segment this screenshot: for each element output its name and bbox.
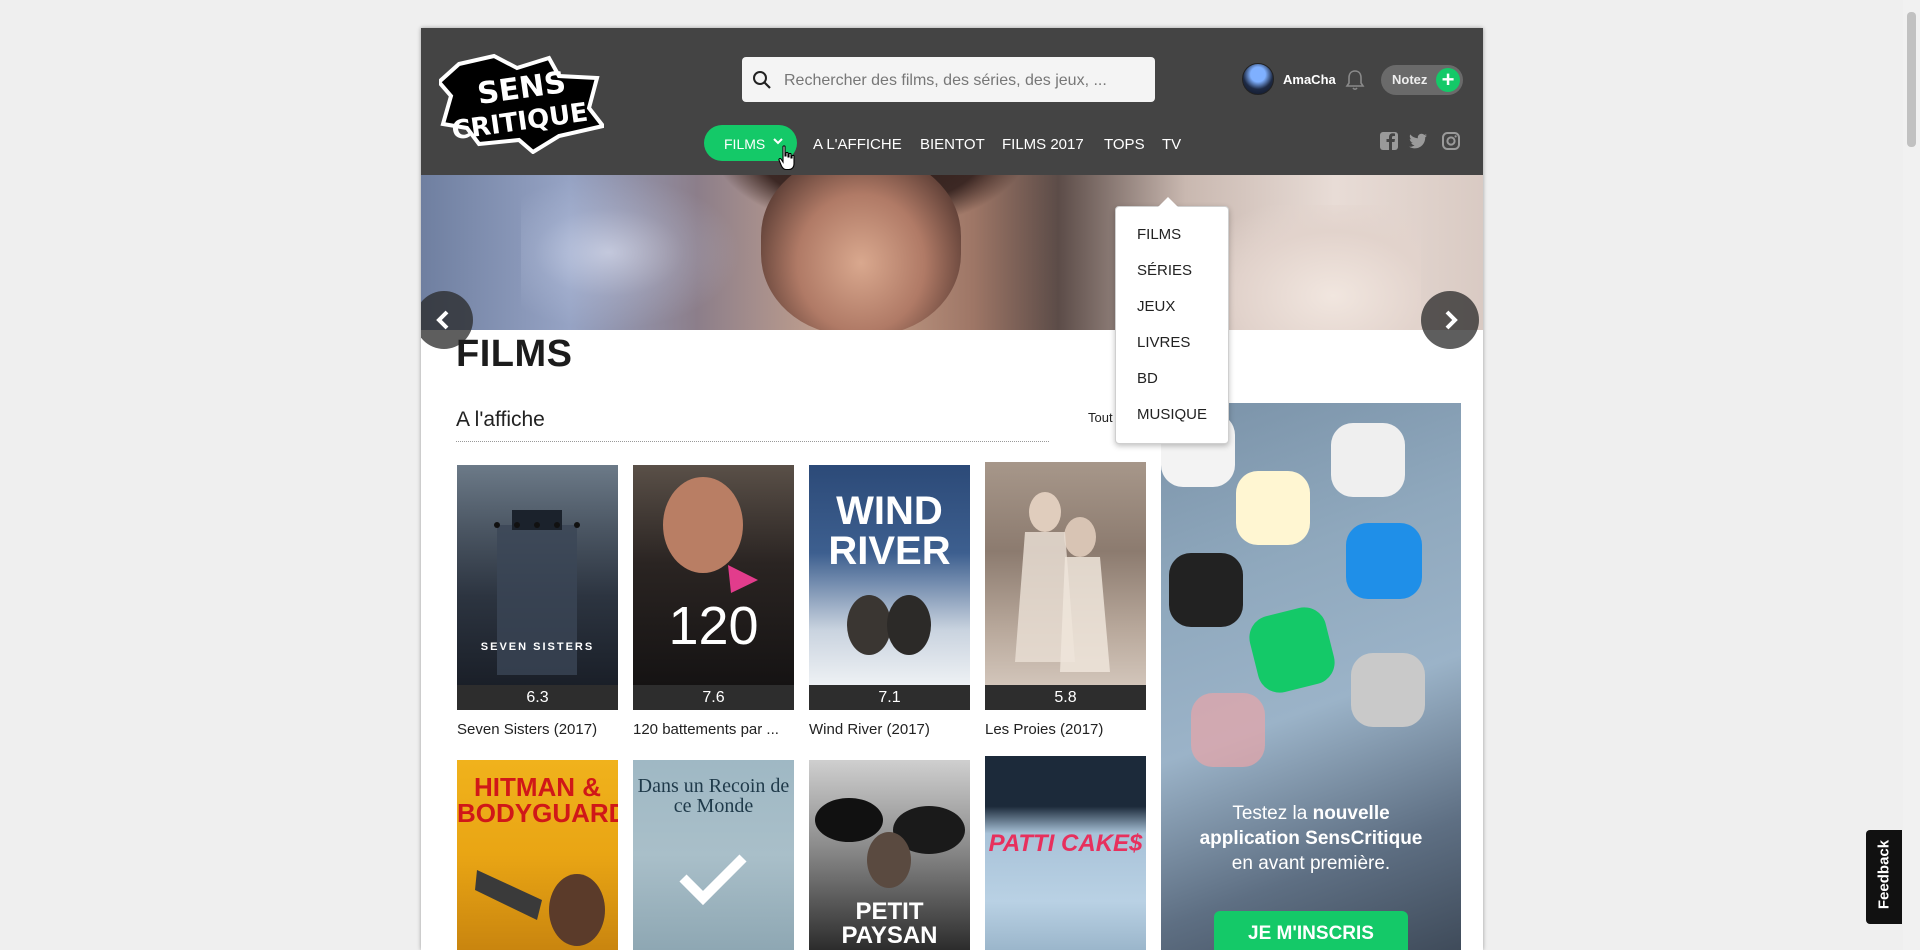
films-dropdown-menu: FILMS SÉRIES JEUX LIVRES BD MUSIQUE [1115, 197, 1229, 444]
movie-card[interactable]: PATTI CAKE$ [985, 756, 1146, 950]
avatar[interactable] [1242, 63, 1274, 95]
movie-card[interactable]: 120 7.6 120 battements par ... [633, 465, 794, 742]
movie-poster[interactable]: 120 [633, 465, 794, 685]
poster-title: PETIT PAYSAN [841, 898, 938, 949]
movie-poster[interactable]: PETIT PAYSAN [809, 760, 970, 950]
feedback-label: Feedback [1875, 839, 1893, 910]
search-icon [753, 71, 771, 89]
plus-icon: + [1436, 68, 1460, 92]
movie-poster[interactable]: PATTI CAKE$ [985, 756, 1146, 950]
movie-score: 5.8 [985, 685, 1146, 710]
bell-icon[interactable] [1345, 69, 1365, 91]
movie-poster[interactable]: SEVEN SISTERS [457, 465, 618, 685]
chevron-right-icon [1445, 310, 1458, 330]
movie-card[interactable]: WIND RIVER 7.1 Wind River (2017) [809, 465, 970, 742]
poster-art [1015, 492, 1110, 672]
movie-title[interactable]: Wind River (2017) [809, 721, 930, 738]
facebook-icon[interactable] [1379, 131, 1399, 151]
movie-title[interactable]: Seven Sisters (2017) [457, 721, 597, 738]
poster-title: HITMAN & BODYGUARD [457, 772, 618, 828]
feedback-tab[interactable]: Feedback [1866, 830, 1902, 924]
poster-title: PATTI CAKE$ [988, 830, 1143, 857]
notez-label: Notez [1392, 72, 1428, 87]
movie-score: 7.6 [633, 685, 794, 710]
search-bar[interactable] [742, 57, 1155, 104]
instagram-icon[interactable] [1441, 131, 1461, 151]
nav-item-films-2017[interactable]: FILMS 2017 [1002, 136, 1084, 153]
user-menu[interactable]: AmaCha [1242, 63, 1336, 95]
notez-button[interactable]: Notez + [1381, 65, 1463, 95]
movie-title[interactable]: Les Proies (2017) [985, 721, 1103, 738]
app-promo-ad[interactable]: Testez la nouvelle application SensCriti… [1161, 403, 1461, 950]
senscritique-logo[interactable]: SENS CRITIQUE [439, 52, 604, 154]
nav-item-bientot[interactable]: BIENTOT [920, 136, 985, 153]
movie-poster[interactable]: Dans un Recoin de ce Monde [633, 760, 794, 950]
section-title: A l'affiche [456, 408, 545, 431]
movie-card[interactable]: SEVEN SISTERS 6.3 Seven Sisters (2017) [457, 465, 618, 742]
dropdown-item-musique[interactable]: MUSIQUE [1137, 406, 1207, 423]
dropdown-item-bd[interactable]: BD [1137, 370, 1158, 387]
movie-poster[interactable] [985, 462, 1146, 685]
check-icon [679, 854, 747, 906]
ad-text: Testez la nouvelle application SensCriti… [1199, 803, 1423, 874]
search-input[interactable] [782, 57, 1146, 104]
hand-cursor-icon [778, 145, 795, 171]
nav-films-label: FILMS [724, 136, 766, 152]
movie-card[interactable]: PETIT PAYSAN [809, 760, 970, 950]
banner-next-button[interactable] [1421, 291, 1479, 349]
hero-banner [421, 175, 1483, 330]
movie-card[interactable]: Dans un Recoin de ce Monde [633, 760, 794, 950]
movie-card[interactable]: 5.8 Les Proies (2017) [985, 462, 1146, 742]
username[interactable]: AmaCha [1283, 72, 1336, 87]
poster-title: WIND RIVER [828, 489, 951, 573]
movie-score: 7.1 [809, 685, 970, 710]
dropdown-item-jeux[interactable]: JEUX [1137, 298, 1175, 315]
senscritique-app-icon [1244, 602, 1340, 698]
dropdown-item-films[interactable]: FILMS [1137, 226, 1181, 243]
page-frame: SENS CRITIQUE AmaCha Notez + FILMS [421, 28, 1483, 950]
nav-item-a-laffiche[interactable]: A L'AFFICHE [813, 136, 902, 153]
section-divider [456, 441, 1049, 442]
movie-poster[interactable]: HITMAN & BODYGUARD [457, 760, 618, 950]
poster-title: Dans un Recoin de ce Monde [637, 775, 790, 817]
chevron-left-icon [436, 310, 449, 330]
dropdown-item-series[interactable]: SÉRIES [1137, 262, 1192, 279]
page-title: FILMS [456, 333, 573, 375]
movie-title[interactable]: 120 battements par ... [633, 721, 779, 738]
signup-button[interactable]: JE M'INSCRIS [1214, 911, 1408, 950]
movie-score: 6.3 [457, 685, 618, 710]
scrollbar[interactable] [1903, 0, 1920, 950]
nav-item-tops[interactable]: TOPS [1104, 136, 1145, 153]
movie-poster[interactable]: WIND RIVER [809, 465, 970, 685]
nav-item-tv[interactable]: TV [1162, 136, 1181, 153]
site-header: SENS CRITIQUE AmaCha Notez + FILMS [421, 28, 1483, 175]
poster-title: 120 [668, 596, 759, 656]
dropdown-item-livres[interactable]: LIVRES [1137, 334, 1190, 351]
scrollbar-thumb[interactable] [1907, 12, 1916, 147]
movie-card[interactable]: HITMAN & BODYGUARD [457, 760, 618, 950]
twitter-icon[interactable] [1408, 131, 1428, 151]
poster-title: SEVEN SISTERS [480, 641, 595, 653]
